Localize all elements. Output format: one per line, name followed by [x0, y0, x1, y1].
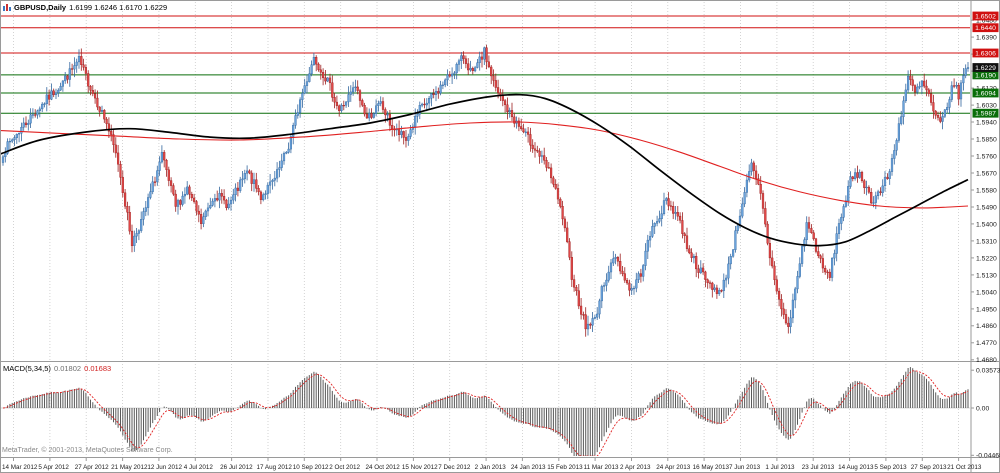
date-tick-label: 12 Jun 2012 — [147, 464, 182, 471]
candles — [1, 44, 970, 337]
chart-window: 1.64801.63901.63001.62101.61201.60301.59… — [0, 0, 1000, 473]
price-tick-label: 1.4680 — [976, 357, 997, 364]
price-tick-label: 1.5940 — [976, 119, 997, 126]
date-tick-label: 27 Apr 2012 — [75, 464, 109, 471]
ma-slow-black-line — [1, 93, 969, 247]
date-tick-label: 24 Jan 2013 — [511, 464, 546, 471]
macd-tick-label: 0.03573 — [976, 368, 1000, 375]
date-tick-label: 5 Sep 2013 — [874, 464, 907, 471]
date-tick-label: 21 Oct 2013 — [947, 464, 982, 471]
date-tick-label: 26 Jul 2012 — [220, 464, 253, 471]
date-tick-label: 15 Nov 2012 — [402, 464, 438, 471]
candlestick-icon — [3, 4, 11, 11]
date-tick-label: 17 Aug 2012 — [257, 464, 293, 471]
price-tick-label: 1.5850 — [976, 136, 997, 143]
price-tick-label: 1.5580 — [976, 187, 997, 194]
support-price-label-text: 1.6190 — [975, 72, 996, 79]
date-tick-label: 2 Oct 2012 — [329, 464, 360, 471]
date-tick-label: 14 Aug 2013 — [838, 464, 874, 471]
price-tick-label: 1.5040 — [976, 289, 997, 296]
date-tick-label: 24 Oct 2012 — [366, 464, 401, 471]
support-price-label-text: 1.6094 — [975, 90, 996, 97]
date-tick-label: 21 May 2012 — [111, 464, 148, 471]
price-tick-label: 1.5220 — [976, 255, 997, 262]
price-tick-label: 1.6030 — [976, 103, 997, 110]
price-tick-label: 1.5400 — [976, 221, 997, 228]
date-tick-label: 1 Jul 2013 — [765, 464, 795, 471]
date-tick-label: 2 Apr 2013 — [620, 464, 651, 471]
price-tick-label: 1.5490 — [976, 204, 997, 211]
macd-tick-label: -0.04468 — [976, 453, 1000, 460]
resistance-price-label-text: 1.6502 — [975, 13, 996, 20]
ma-fast-red-line — [1, 121, 969, 209]
chart-title-bar: GBPUSD,Daily 1.6199 1.6246 1.6170 1.6229 — [3, 3, 167, 12]
date-axis[interactable]: 14 Mar 2012 5 Apr 2012 27 Apr 2012 21 May 2… — [2, 458, 982, 471]
date-tick-label: 16 May 2013 — [693, 464, 730, 471]
date-tick-label: 27 Sep 2013 — [911, 464, 947, 471]
price-axis[interactable]: 1.64801.63901.63001.62101.61201.60301.59… — [971, 11, 999, 365]
resistance-price-label-text: 1.6306 — [975, 50, 996, 57]
date-tick-label: 5 Apr 2012 — [38, 464, 69, 471]
copyright-label: MetaTrader, © 2001-2013, MetaQuotes Soft… — [2, 447, 173, 454]
level-lines[interactable] — [0, 15, 971, 114]
ohlc-values: 1.6199 1.6246 1.6170 1.6229 — [69, 3, 168, 12]
date-tick-label: 2 Jan 2013 — [475, 464, 507, 471]
macd-signal-value: 0.01683 — [84, 364, 112, 373]
price-tick-label: 1.5130 — [976, 272, 997, 279]
support-price-label-text: 1.5987 — [975, 111, 996, 118]
date-tick-label: 15 Feb 2013 — [547, 464, 583, 471]
date-tick-label: 24 Apr 2013 — [656, 464, 690, 471]
macd-histogram — [4, 367, 969, 456]
date-tick-label: 23 Jul 2013 — [802, 464, 835, 471]
price-tick-label: 1.4950 — [976, 306, 997, 313]
price-tick-label: 1.5760 — [976, 153, 997, 160]
price-tick-label: 1.6390 — [976, 35, 997, 42]
price-tick-label: 1.5310 — [976, 238, 997, 245]
macd-axis[interactable]: 0.03573 0.00 -0.04468 — [971, 368, 1000, 460]
gbpusd-daily-chart-canvas[interactable]: 1.64801.63901.63001.62101.61201.60301.59… — [0, 0, 1000, 473]
macd-tick-label: 0.00 — [976, 405, 989, 412]
macd-main-value: 0.01802 — [53, 364, 82, 373]
resistance-price-label-text: 1.6440 — [975, 25, 996, 32]
symbol-period-label: GBPUSD,Daily — [14, 3, 67, 12]
date-tick-label: 7 Jun 2013 — [729, 464, 761, 471]
macd-indicator-label: MACD(5,34,5) 0.01802 0.01683 — [3, 364, 111, 373]
price-tick-label: 1.4860 — [976, 323, 997, 330]
grid-lines — [13, 2, 959, 456]
date-tick-label: 14 Mar 2012 — [2, 464, 38, 471]
date-tick-label: 4 Jul 2012 — [184, 464, 214, 471]
current-price-label-text: 1.6229 — [975, 65, 996, 72]
macd-name: MACD(5,34,5) — [3, 364, 51, 373]
date-tick-label: 11 Mar 2013 — [584, 464, 619, 471]
price-tick-label: 1.4770 — [976, 340, 997, 347]
price-tick-label: 1.5670 — [976, 170, 997, 177]
date-tick-label: 10 Sep 2012 — [293, 464, 329, 471]
date-tick-label: 7 Dec 2012 — [438, 464, 471, 471]
